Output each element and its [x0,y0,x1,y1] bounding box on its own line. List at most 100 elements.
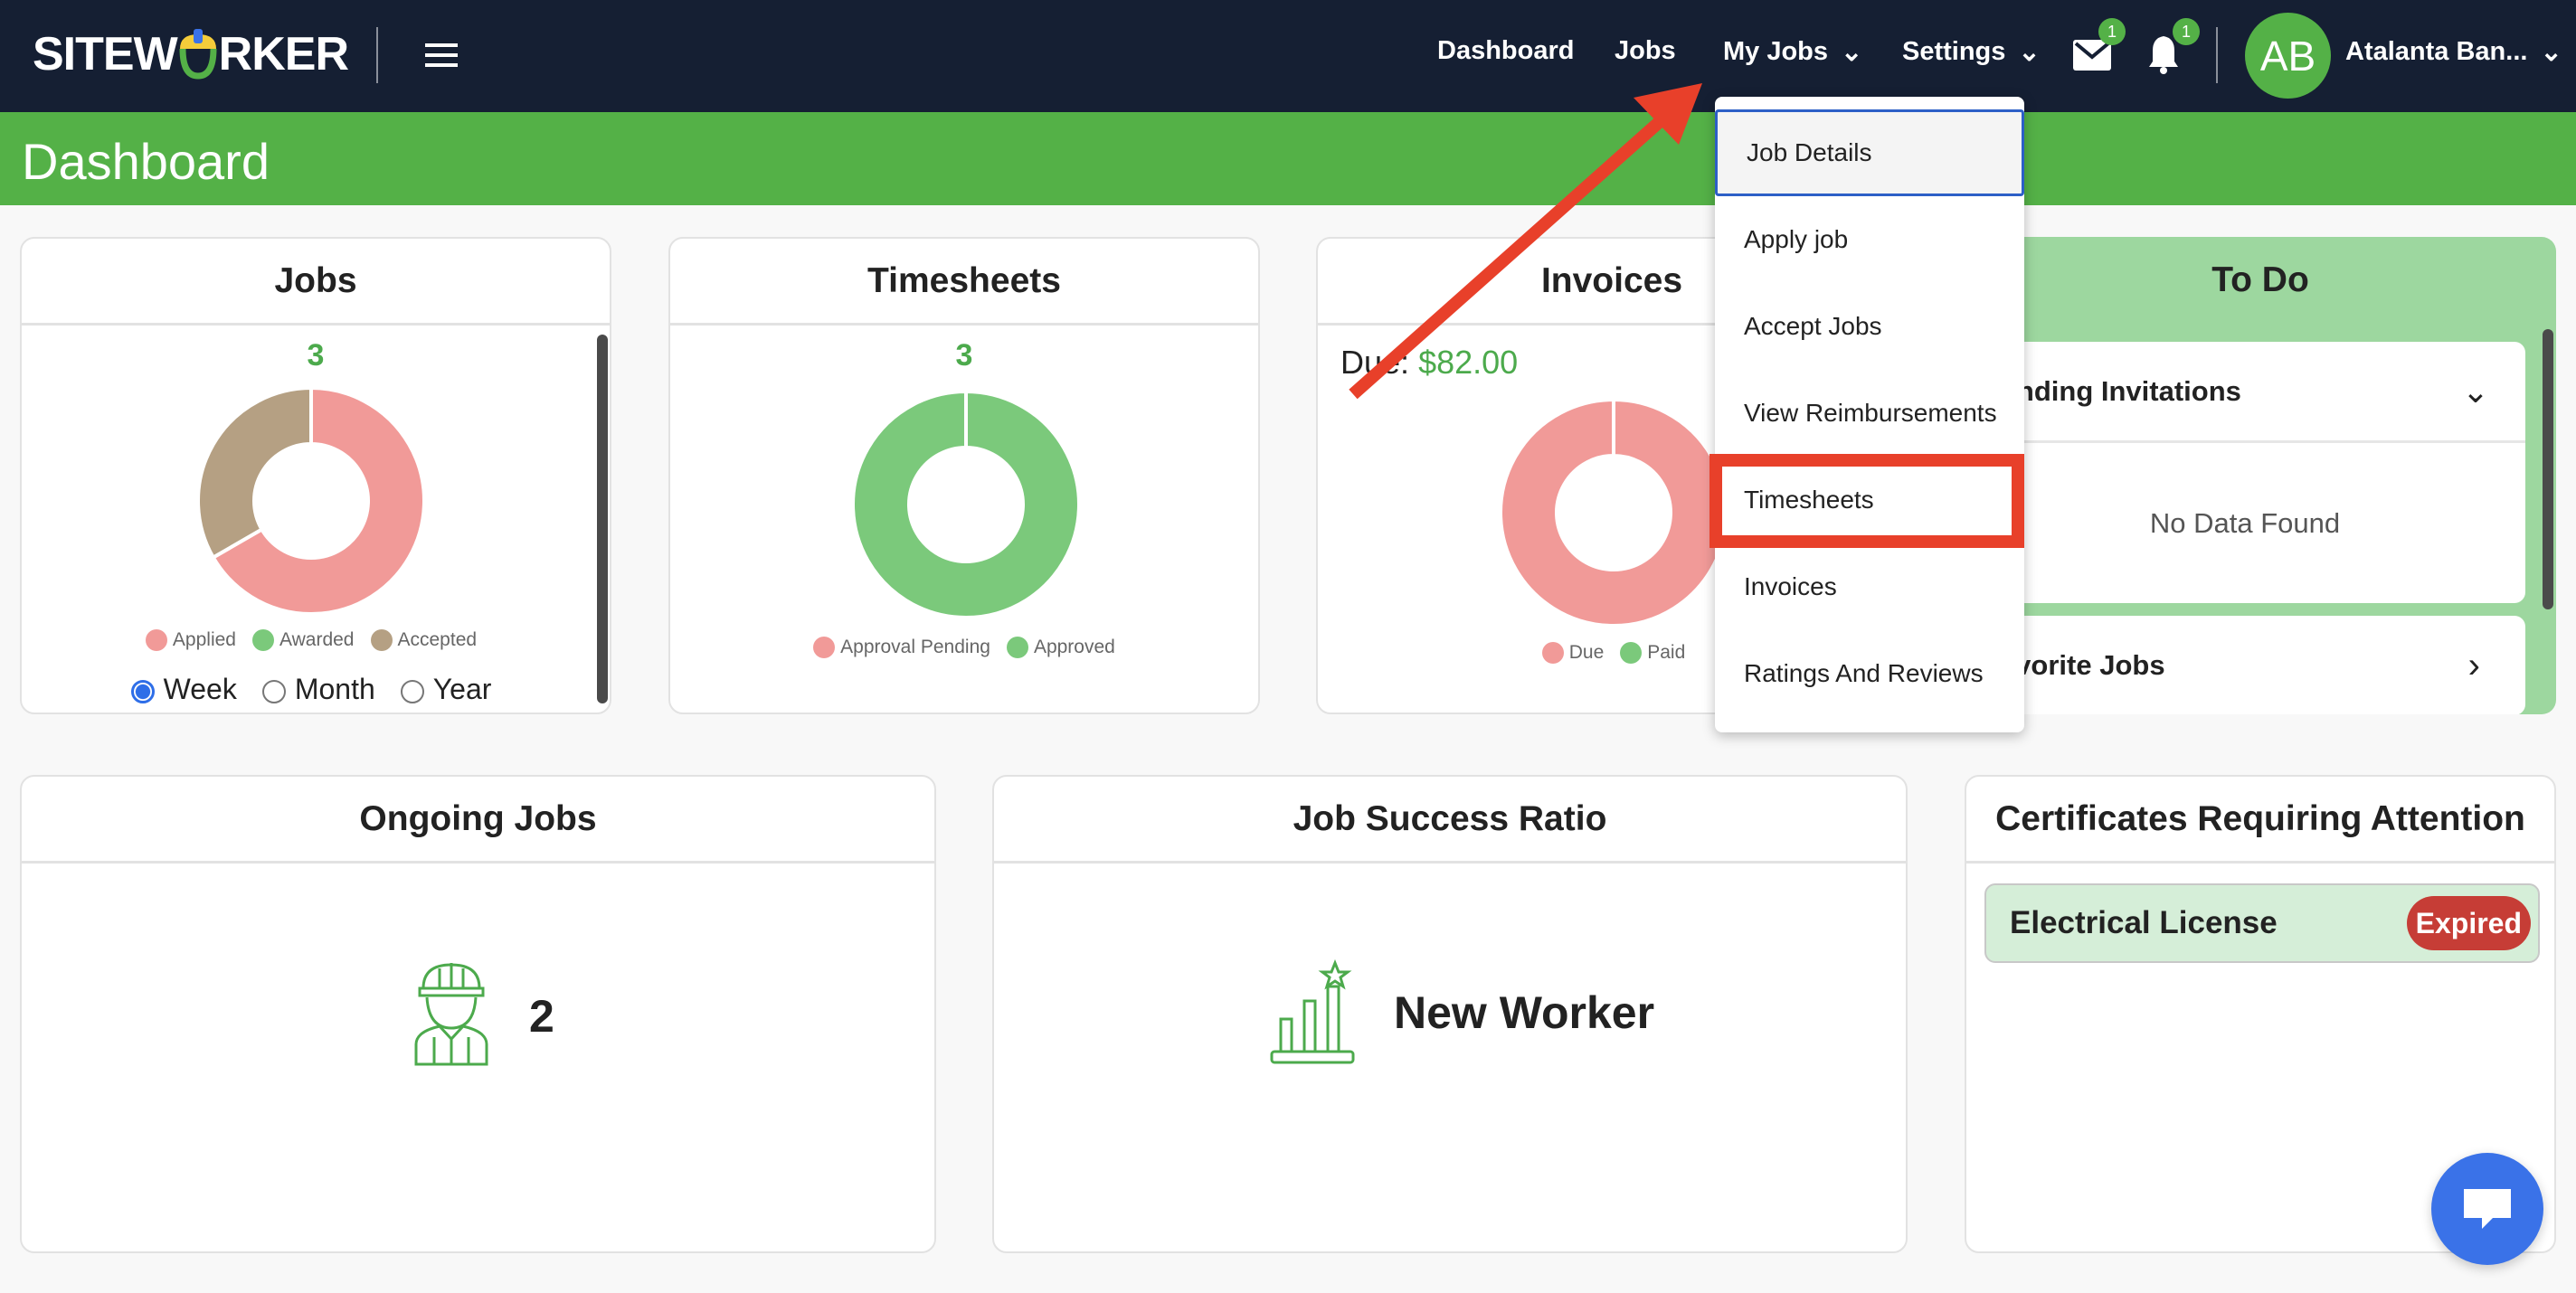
my-jobs-dropdown: Job Details Apply job Accept Jobs View R… [1715,97,2024,732]
donut-slice-approved[interactable] [851,389,1081,619]
invoices-due: Due: $82.00 [1340,344,1518,382]
scrollbar[interactable] [597,335,608,703]
timesheets-donut-chart [851,389,1081,619]
invoices-donut-chart [1499,397,1728,628]
certificate-name: Electrical License [2010,905,2278,940]
ongoing-jobs-card: Ongoing Jobs 2 [20,775,936,1253]
legend-swatch [145,629,167,652]
chat-icon [2464,1189,2511,1229]
favorite-jobs-toggle[interactable]: Favorite Jobs › [1965,616,2525,714]
mail-button[interactable]: 1 [2073,18,2126,75]
divider [376,27,378,83]
legend-label: Paid [1647,642,1686,663]
radio-button[interactable] [400,679,424,703]
legend-item[interactable]: Awarded [251,629,355,652]
jobs-legend: Applied Awarded Accepted [22,629,601,652]
legend-item[interactable]: Due [1541,642,1605,665]
mail-icon [2073,40,2111,71]
notifications-button[interactable]: 1 [2147,18,2200,79]
legend-label: Applied [172,629,236,650]
legend-label: Approval Pending [840,637,990,657]
mail-badge: 1 [2098,18,2126,45]
logo[interactable]: SITEW RKER [33,27,349,81]
jobs-donut-chart [196,385,426,616]
menu-item-ratings-and-reviews[interactable]: Ratings And Reviews [1715,630,2024,717]
chat-button[interactable] [2431,1153,2543,1265]
due-label: Due: [1340,344,1410,381]
todo-card: To Do Pending Invitations ⌄ No Data Foun… [1965,237,2556,714]
worker-icon [414,963,488,1066]
legend-label: Due [1568,642,1605,663]
user-menu[interactable]: Atalanta Ban... ⌄ [2345,36,2562,68]
legend-swatch [370,629,393,652]
legend-item[interactable]: Approved [1006,637,1115,659]
success-ratio-value: New Worker [1394,987,1655,1038]
nav-jobs[interactable]: Jobs [1615,36,1676,66]
menu-item-view-reimbursements[interactable]: View Reimbursements [1715,370,2024,457]
hardhat-o-icon [179,29,217,80]
chevron-down-icon: ⌄ [1841,38,1863,67]
radio-week[interactable]: Week [130,673,237,706]
radio-month[interactable]: Month [261,673,375,706]
page-header [0,112,2576,205]
divider [2216,27,2218,83]
radio-year[interactable]: Year [400,673,492,706]
nav-label: My Jobs [1723,37,1829,66]
pending-empty: No Data Found [1965,443,2525,603]
timesheets-card: Timesheets 3 Approval Pending Approved [668,237,1260,714]
legend-item[interactable]: Applied [145,629,236,652]
donut-slice-due[interactable] [1499,397,1728,628]
highlight-box [1709,454,2024,548]
menu-item-job-details[interactable]: Job Details [1715,109,2024,196]
nav-settings[interactable]: Settings ⌄ [1902,36,2041,68]
period-radio-group: Week Month Year [22,673,601,706]
pending-invitations-toggle[interactable]: Pending Invitations ⌄ [1965,342,2525,443]
growth-chart-icon [1270,959,1355,1064]
logo-text: SITEW [33,28,178,80]
card-title: To Do [2211,260,2309,299]
card-title: Certificates Requiring Attention [1966,777,2554,864]
menu-item-apply-job[interactable]: Apply job [1715,196,2024,283]
chevron-down-icon: ⌄ [2018,38,2041,67]
legend-item[interactable]: Accepted [370,629,478,652]
legend-label: Accepted [397,629,478,650]
user-name: Atalanta Ban... [2345,37,2528,66]
page-title: Dashboard [22,133,270,190]
avatar[interactable]: AB [2245,13,2331,99]
legend-item[interactable]: Approval Pending [813,637,990,659]
legend-swatch [813,637,836,659]
bell-badge: 1 [2173,18,2200,45]
status-badge: Expired [2406,896,2531,950]
navbar: SITEW RKER Dashboard Jobs My Jobs ⌄ Setti… [0,0,2576,112]
chevron-down-icon: ⌄ [2540,38,2562,67]
legend-swatch [251,629,274,652]
certificate-item[interactable]: Electrical License Expired [1984,883,2540,963]
legend-swatch [1006,637,1028,659]
logo-text: RKER [218,28,349,80]
card-title: Ongoing Jobs [22,777,934,864]
chevron-down-icon: ⌄ [2461,372,2489,410]
jobs-card: Jobs 3 Applied Awarded Accepted Week Mon… [20,237,611,714]
radio-label: Month [294,673,375,705]
card-title: Jobs [22,239,610,326]
nav-my-jobs[interactable]: My Jobs ⌄ [1723,36,1862,68]
radio-label: Year [432,673,492,705]
jobs-count: 3 [307,338,325,373]
menu-item-accept-jobs[interactable]: Accept Jobs [1715,283,2024,370]
legend-label: Approved [1033,637,1115,657]
legend-item[interactable]: Paid [1620,642,1686,665]
due-amount: $82.00 [1418,344,1519,381]
radio-button[interactable] [130,679,155,703]
scrollbar[interactable] [2543,329,2553,609]
donut-slice-accepted[interactable] [196,385,313,561]
radio-label: Week [163,673,237,705]
card-title: Timesheets [670,239,1258,326]
hamburger-menu-icon[interactable] [425,43,458,67]
nav-dashboard[interactable]: Dashboard [1437,36,1574,66]
menu-item-invoices[interactable]: Invoices [1715,543,2024,630]
radio-button[interactable] [261,679,286,703]
nav-label: Jobs [1615,36,1676,65]
nav-label: Settings [1902,37,2006,66]
timesheets-count: 3 [955,338,973,373]
legend-label: Awarded [279,629,355,650]
